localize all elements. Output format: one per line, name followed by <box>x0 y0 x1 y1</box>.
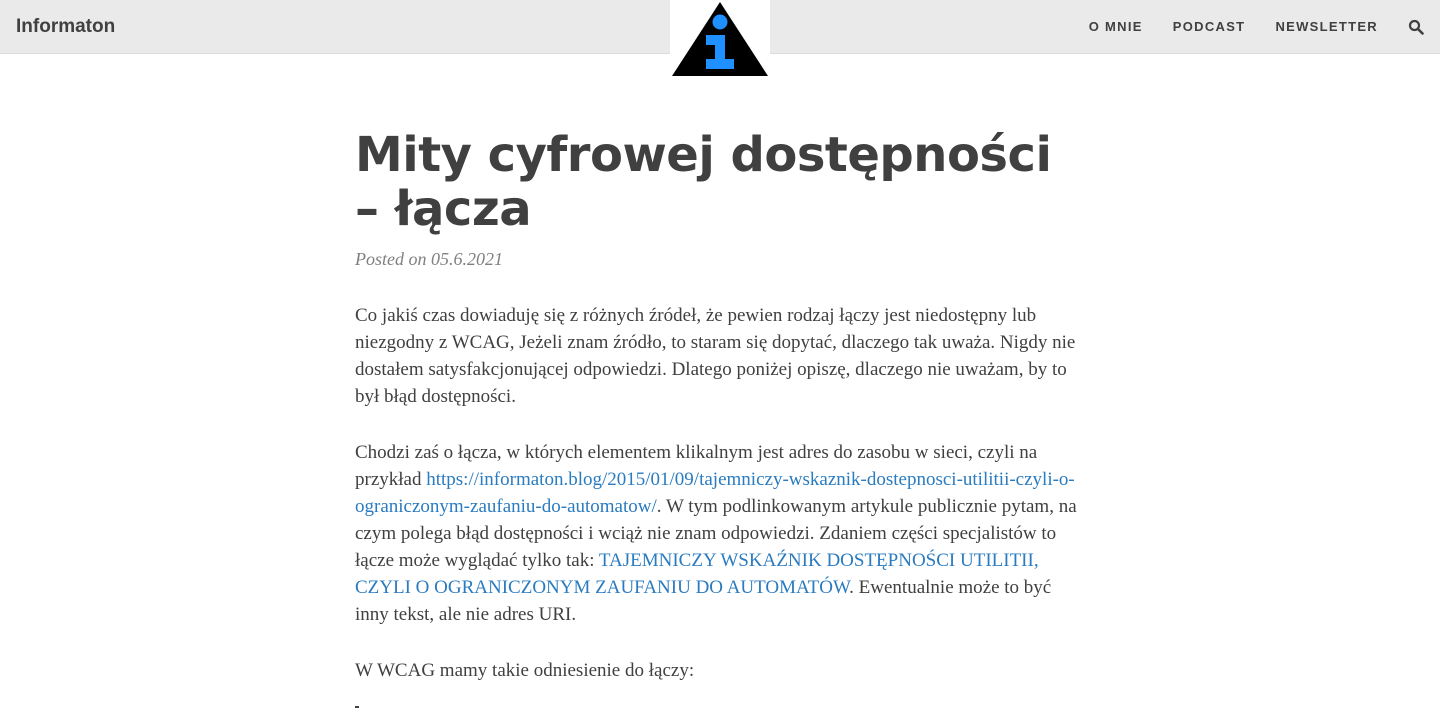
nav-o-mnie[interactable]: O MNIE <box>1089 17 1143 37</box>
top-navbar: Informaton O MNIE PODCAST NEWSLETTER <box>0 0 1440 77</box>
post-meta: Posted on 05.6.2021 <box>355 249 503 269</box>
paragraph-links: Chodzi zaś o łącza, w których elementem … <box>355 439 1085 628</box>
search-icon[interactable] <box>1408 19 1424 35</box>
info-triangle-logo-icon <box>672 2 768 76</box>
paragraph-intro: Co jakiś czas dowiaduję się z różnych źr… <box>355 305 1076 407</box>
brand-link[interactable]: Informaton <box>16 15 115 39</box>
site-logo[interactable] <box>670 0 770 77</box>
post-body: Co jakiś czas dowiaduję się z różnych źr… <box>355 302 1085 708</box>
list-bullet-partial <box>355 706 359 708</box>
post-title: Mity cyfrowej dostępności – łącza <box>355 127 1052 237</box>
nav-podcast[interactable]: PODCAST <box>1173 17 1246 37</box>
main-nav: O MNIE PODCAST NEWSLETTER <box>1059 0 1440 54</box>
post-article: Mity cyfrowej dostępności – łącza Posted… <box>355 128 1085 708</box>
paragraph-wcag: W WCAG mamy takie odniesienie do łączy: <box>355 660 695 681</box>
nav-newsletter[interactable]: NEWSLETTER <box>1275 17 1378 37</box>
